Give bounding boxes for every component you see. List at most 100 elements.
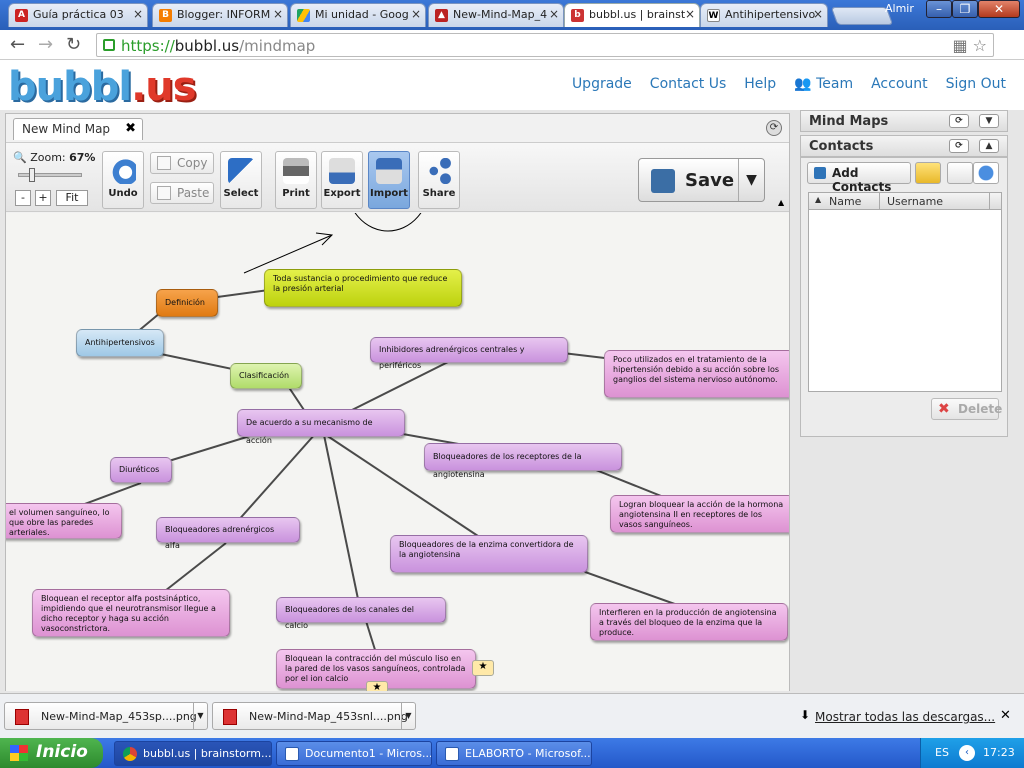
browser-tab-drive[interactable]: Mi unidad - Goog × — [290, 3, 426, 27]
chat-bubble-icon[interactable] — [947, 162, 973, 184]
taskbar-item-word-2[interactable]: ELABORTO - Microsof... — [436, 741, 592, 766]
bookmark-star-icon[interactable]: ☆ — [973, 36, 987, 55]
mindmap-node[interactable]: Diuréticos — [110, 457, 172, 483]
mindmap-node[interactable]: Poco utilizados en el tratamiento de la … — [604, 350, 789, 398]
download-item[interactable]: New-Mind-Map_453sp....png ▼ — [4, 702, 208, 730]
contacts-header[interactable]: Contacts ⟳ ▲ — [800, 135, 1008, 157]
chevron-up-icon[interactable]: ▲ — [979, 139, 999, 153]
mindmap-node[interactable]: Definición — [156, 289, 218, 317]
mindmap-node[interactable]: Bloqueadores de los canales del calcio — [276, 597, 446, 630]
chevron-down-icon[interactable]: ▼ — [979, 114, 999, 128]
window-close-button[interactable]: ✕ — [978, 0, 1020, 18]
chevron-down-icon[interactable]: ▼ — [738, 159, 764, 201]
select-button[interactable]: Select — [220, 151, 262, 209]
mindmap-node[interactable]: Bloqueadores de la enzima convertidora d… — [390, 535, 588, 573]
export-button[interactable]: Export — [321, 151, 363, 209]
top-nav: Upgrade Contact Us Help 👥 Team Account S… — [572, 76, 1006, 92]
start-button[interactable]: Inicio — [0, 738, 103, 768]
minimize-button[interactable]: – — [926, 0, 952, 18]
nav-help[interactable]: Help — [744, 76, 776, 92]
url-scheme: https:// — [121, 37, 175, 55]
close-icon[interactable]: × — [813, 7, 823, 21]
close-icon[interactable]: × — [549, 7, 559, 21]
mindmap-node[interactable]: Logran bloquear la acción de la hormona … — [610, 495, 789, 533]
save-button[interactable]: Save ▼ — [638, 158, 765, 202]
zoom-out-button[interactable]: - — [15, 190, 31, 206]
mindmap-node[interactable]: Clasificación — [230, 363, 302, 389]
zoom-slider[interactable] — [18, 168, 82, 182]
copy-button[interactable]: Copy — [150, 152, 214, 174]
status-circle-icon[interactable] — [973, 162, 999, 184]
translate-icon[interactable]: ▦ — [952, 36, 967, 55]
annotation-arrow-head — [315, 232, 334, 246]
mindmap-node[interactable]: Toda sustancia o procedimiento que reduc… — [264, 269, 462, 307]
download-item[interactable]: New-Mind-Map_453snl....png ▼ — [212, 702, 416, 730]
import-button[interactable]: Import — [368, 151, 410, 209]
nav-sign-out[interactable]: Sign Out — [946, 76, 1006, 92]
delete-button[interactable]: ✖ Delete — [931, 398, 1002, 420]
mindmap-node[interactable]: Bloqueadores de los receptores de la ang… — [424, 443, 622, 479]
bubbl-logo[interactable]: bubbl.us — [8, 64, 197, 110]
mindmap-node[interactable]: Antihipertensivos — [76, 329, 164, 357]
browser-tab-blogger[interactable]: B Blogger: INFORM × — [152, 3, 288, 27]
nav-upgrade[interactable]: Upgrade — [572, 76, 632, 92]
reload-icon[interactable]: ↻ — [66, 34, 81, 55]
mindmap-node[interactable]: Bloqueadores adrenérgicos alfa — [156, 517, 300, 550]
maximize-button[interactable]: ❐ — [952, 0, 978, 18]
show-all-downloads-link[interactable]: Mostrar todas las descargas... — [815, 710, 995, 724]
paste-button[interactable]: Paste — [150, 182, 214, 204]
undo-button[interactable]: Undo — [102, 151, 144, 209]
refresh-icon[interactable]: ⟳ — [766, 120, 782, 136]
add-note-icon[interactable]: ★ — [366, 681, 388, 691]
forward-arrow-icon[interactable]: → — [38, 34, 53, 55]
back-arrow-icon[interactable]: ← — [10, 34, 25, 55]
print-button[interactable]: Print — [275, 151, 317, 209]
close-icon[interactable]: × — [411, 7, 421, 21]
mindmap-canvas[interactable]: Definición Toda sustancia o procedimient… — [6, 213, 789, 691]
refresh-icon[interactable]: ⟳ — [949, 139, 969, 153]
folder-icon[interactable] — [915, 162, 941, 184]
browser-tab-image[interactable]: ▲ New-Mind-Map_4 × — [428, 3, 564, 27]
mindmap-node[interactable]: Inhibidores adrenérgicos centrales y per… — [370, 337, 568, 370]
new-tab-button[interactable] — [830, 7, 894, 25]
column-username[interactable]: Username — [887, 195, 943, 208]
add-note-icon[interactable]: ★ — [472, 660, 494, 676]
close-icon[interactable]: ✕ — [1000, 708, 1011, 723]
mindmaps-header[interactable]: Mind Maps ⟳ ▼ — [800, 110, 1008, 132]
sort-up-icon[interactable]: ▲ — [815, 195, 821, 204]
doc-tab-label: New Mind Map — [22, 122, 111, 136]
collapse-toolbar-icon[interactable]: ▲ — [778, 198, 784, 207]
mindmap-node[interactable]: el volumen sanguíneo, lo que obre las pa… — [6, 503, 122, 539]
mindmap-node[interactable]: De acuerdo a su mecanismo de acción — [237, 409, 405, 445]
browser-user-label: Almir — [885, 2, 914, 15]
taskbar-item-chrome[interactable]: bubbl.us | brainstorm... — [114, 741, 272, 766]
blogger-icon: B — [159, 9, 172, 22]
share-button[interactable]: Share — [418, 151, 460, 209]
taskbar-item-word-1[interactable]: Documento1 - Micros... — [276, 741, 432, 766]
add-contacts-button[interactable]: Add Contacts — [807, 162, 911, 194]
zoom-in-button[interactable]: + — [35, 190, 51, 206]
nav-account[interactable]: Account — [871, 76, 928, 92]
browser-tab-wikipedia[interactable]: W Antihipertensivo × — [700, 3, 828, 27]
nav-contact-us[interactable]: Contact Us — [650, 76, 726, 92]
close-icon[interactable]: ✖ — [125, 121, 136, 136]
nav-team[interactable]: 👥 Team — [794, 76, 853, 92]
close-icon[interactable]: × — [273, 7, 283, 21]
mindmap-node[interactable]: Bloquean el receptor alfa postsináptico,… — [32, 589, 230, 637]
browser-tab-guia[interactable]: A Guía práctica 03 × — [8, 3, 148, 27]
chevron-down-icon[interactable]: ▼ — [401, 703, 415, 729]
chevron-down-icon[interactable]: ▼ — [193, 703, 207, 729]
column-name[interactable]: Name — [829, 195, 861, 208]
browser-tab-bubbl[interactable]: b bubbl.us | brainst × — [564, 3, 700, 27]
refresh-icon[interactable]: ⟳ — [949, 114, 969, 128]
close-icon[interactable]: × — [133, 7, 143, 21]
mindmap-node[interactable]: Interfieren en la producción de angioten… — [590, 603, 788, 641]
doc-tab[interactable]: New Mind Map ✖ — [13, 118, 144, 140]
zoom-fit-button[interactable]: Fit — [56, 190, 88, 206]
tab-label: New-Mind-Map_4 — [453, 8, 548, 21]
close-icon[interactable]: × — [685, 7, 695, 21]
chevron-left-icon[interactable]: ‹ — [959, 745, 975, 761]
zoom-slider-knob[interactable] — [29, 168, 35, 182]
url-input[interactable]: https://bubbl.us/mindmap ▦ ☆ — [96, 33, 994, 57]
language-indicator[interactable]: ES — [935, 746, 949, 759]
